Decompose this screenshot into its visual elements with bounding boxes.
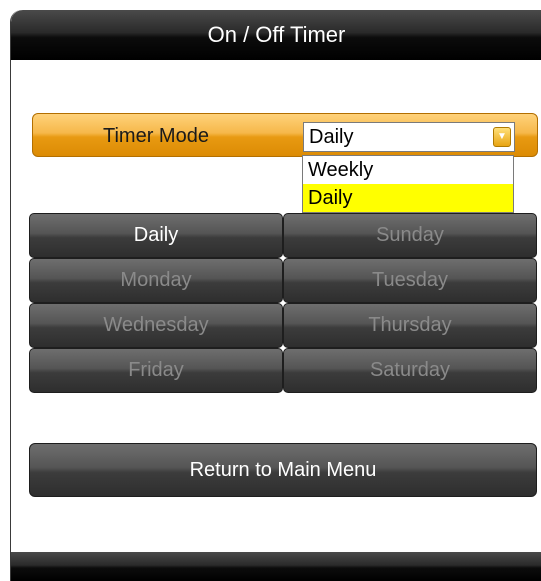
chevron-down-icon[interactable]: ▼	[493, 127, 511, 147]
day-button-tuesday[interactable]: Tuesday	[283, 258, 537, 303]
day-button-thursday[interactable]: Thursday	[283, 303, 537, 348]
timer-mode-select[interactable]: Daily ▼	[303, 122, 515, 152]
day-button-monday[interactable]: Monday	[29, 258, 283, 303]
timer-mode-label: Timer Mode	[103, 125, 209, 147]
day-button-grid: Daily Sunday Monday Tuesday Wednesday Th…	[29, 213, 537, 393]
timer-mode-dropdown: Weekly Daily	[302, 155, 514, 213]
timer-window: On / Off Timer Timer Mode Daily ▼ Weekly…	[10, 10, 541, 581]
day-button-friday[interactable]: Friday	[29, 348, 283, 393]
day-button-daily[interactable]: Daily	[29, 213, 283, 258]
timer-mode-selected-value: Daily	[309, 126, 354, 148]
day-button-wednesday[interactable]: Wednesday	[29, 303, 283, 348]
bottom-bar	[11, 552, 541, 581]
title-bar: On / Off Timer	[11, 10, 541, 60]
day-button-sunday[interactable]: Sunday	[283, 213, 537, 258]
dropdown-option-daily[interactable]: Daily	[303, 184, 513, 212]
dropdown-option-weekly[interactable]: Weekly	[303, 156, 513, 184]
page-title: On / Off Timer	[207, 22, 346, 47]
day-button-saturday[interactable]: Saturday	[283, 348, 537, 393]
timer-mode-panel: Timer Mode Daily ▼	[32, 113, 538, 157]
return-to-main-menu-button[interactable]: Return to Main Menu	[29, 443, 537, 497]
